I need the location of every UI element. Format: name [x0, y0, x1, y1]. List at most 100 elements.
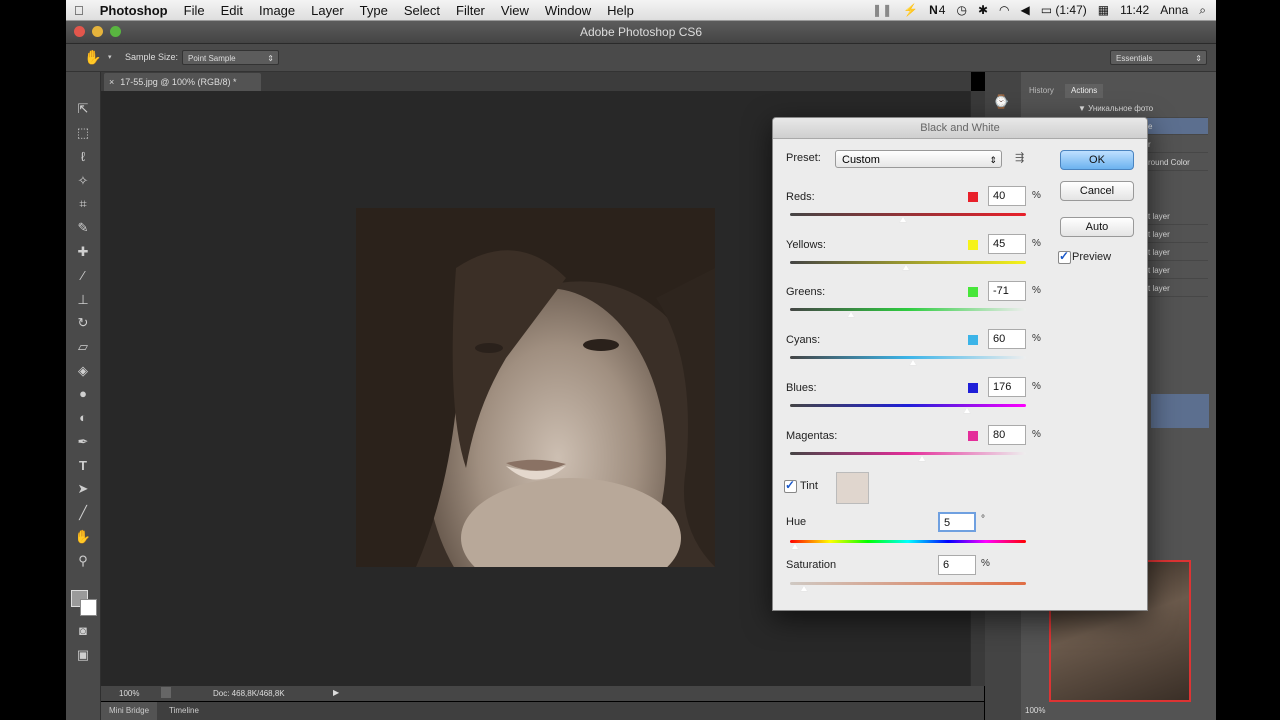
- zoom-tool-icon[interactable]: ⚲: [73, 552, 93, 570]
- eyedropper-tool-icon[interactable]: ✋: [84, 49, 101, 66]
- workspace-select[interactable]: Essentials ⇕: [1110, 50, 1207, 65]
- pen-tool-icon[interactable]: ✒: [73, 433, 93, 451]
- tab-actions[interactable]: Actions: [1065, 84, 1104, 98]
- yellows-slider-thumb[interactable]: [902, 264, 910, 271]
- notification-icon[interactable]: N 4: [929, 3, 945, 17]
- greens-slider-track[interactable]: [790, 308, 1026, 311]
- crop-tool-icon[interactable]: ⌗: [73, 195, 93, 213]
- layer-row-highlight[interactable]: [1151, 394, 1209, 428]
- stamp-tool-icon[interactable]: ⊥: [73, 291, 93, 309]
- tab-mini-bridge[interactable]: Mini Bridge: [101, 702, 158, 720]
- blues-slider-track[interactable]: [790, 404, 1026, 407]
- healing-tool-icon[interactable]: ✚: [73, 243, 93, 261]
- eraser-tool-icon[interactable]: ▱: [73, 338, 93, 356]
- ok-button[interactable]: OK: [1060, 150, 1134, 170]
- quick-mask-icon[interactable]: ◙: [73, 622, 93, 640]
- tint-color-swatch[interactable]: [836, 472, 869, 504]
- menu-filter[interactable]: Filter: [448, 3, 493, 18]
- clock[interactable]: 11:42: [1120, 3, 1149, 17]
- options-bar: ✋ ▾ Sample Size: Point Sample ⇕ Essential…: [66, 44, 1216, 72]
- apple-icon[interactable]: : [66, 3, 92, 18]
- cyans-input[interactable]: 60: [988, 329, 1026, 349]
- document-tab[interactable]: × 17-55.jpg @ 100% (RGB/8) *: [104, 73, 261, 91]
- app-menu[interactable]: Photoshop: [92, 3, 176, 18]
- magentas-slider-thumb[interactable]: [918, 455, 926, 462]
- lasso-tool-icon[interactable]: ℓ: [73, 148, 93, 166]
- time-machine-icon[interactable]: ◷: [956, 3, 966, 17]
- menu-type[interactable]: Type: [352, 3, 396, 18]
- action-set-row[interactable]: ▼ Уникальное фото: [1028, 100, 1208, 118]
- hand-tool-icon[interactable]: ✋: [73, 528, 93, 546]
- reds-slider-track[interactable]: [790, 213, 1026, 216]
- menu-file[interactable]: File: [176, 3, 213, 18]
- history-brush-tool-icon[interactable]: ↻: [73, 314, 93, 332]
- menu-view[interactable]: View: [493, 3, 537, 18]
- yellows-input[interactable]: 45: [988, 234, 1026, 254]
- pause-icon[interactable]: ❚❚: [872, 3, 892, 17]
- blues-swatch: [968, 383, 978, 393]
- line-tool-icon[interactable]: ╱: [73, 504, 93, 522]
- reds-unit: %: [1032, 190, 1041, 201]
- wifi-icon[interactable]: ◠: [999, 3, 1009, 17]
- move-tool-icon[interactable]: ⇱: [73, 100, 93, 118]
- battery-status[interactable]: ▭ (1:47): [1041, 3, 1087, 17]
- cancel-button[interactable]: Cancel: [1060, 181, 1134, 201]
- document-photo[interactable]: [356, 208, 715, 567]
- menu-help[interactable]: Help: [599, 3, 642, 18]
- greens-input[interactable]: -71: [988, 281, 1026, 301]
- brush-tool-icon[interactable]: ∕: [73, 267, 93, 285]
- cyans-slider-thumb[interactable]: [909, 359, 917, 366]
- menu-image[interactable]: Image: [251, 3, 303, 18]
- saturation-label: Saturation: [786, 559, 837, 571]
- blur-tool-icon[interactable]: ●: [73, 385, 93, 403]
- menu-select[interactable]: Select: [396, 3, 448, 18]
- preset-select[interactable]: Custom ⇕: [835, 150, 1002, 168]
- eyedropper-tool-icon[interactable]: ✎: [73, 219, 93, 237]
- type-tool-icon[interactable]: T: [73, 457, 93, 475]
- history-panel-icon[interactable]: ⌚: [993, 94, 1009, 110]
- saturation-slider-track[interactable]: [790, 582, 1026, 585]
- reds-slider-thumb[interactable]: [899, 216, 907, 223]
- blues-slider-thumb[interactable]: [963, 407, 971, 414]
- preview-checkbox[interactable]: [1058, 249, 1071, 264]
- background-color-swatch[interactable]: [80, 599, 97, 616]
- status-menu-arrow-icon[interactable]: ▶: [333, 688, 339, 697]
- reds-input[interactable]: 40: [988, 186, 1026, 206]
- status-info-icon[interactable]: [161, 687, 171, 698]
- tab-timeline[interactable]: Timeline: [163, 702, 205, 720]
- tab-history[interactable]: History: [1023, 84, 1060, 98]
- magentas-input[interactable]: 80: [988, 425, 1026, 445]
- spotlight-icon[interactable]: ⌕: [1199, 3, 1206, 18]
- menu-layer[interactable]: Layer: [303, 3, 352, 18]
- path-selection-tool-icon[interactable]: ➤: [73, 480, 93, 498]
- greens-slider-thumb[interactable]: [847, 311, 855, 318]
- status-zoom[interactable]: 100%: [119, 689, 139, 698]
- hue-slider-thumb[interactable]: [791, 543, 799, 550]
- hue-input[interactable]: 5: [938, 512, 976, 532]
- gradient-tool-icon[interactable]: ◈: [73, 362, 93, 380]
- marquee-tool-icon[interactable]: ⬚: [73, 124, 93, 142]
- hue-slider-track[interactable]: [790, 540, 1026, 543]
- user-name[interactable]: Anna: [1160, 3, 1188, 17]
- navigator-zoom[interactable]: 100%: [1025, 706, 1045, 715]
- menu-window[interactable]: Window: [537, 3, 599, 18]
- saturation-slider-thumb[interactable]: [800, 585, 808, 592]
- cyans-slider-track[interactable]: [790, 356, 1026, 359]
- menu-edit[interactable]: Edit: [213, 3, 251, 18]
- magic-wand-tool-icon[interactable]: ✧: [73, 172, 93, 190]
- volume-icon[interactable]: ◀: [1020, 3, 1029, 17]
- auto-button[interactable]: Auto: [1060, 217, 1134, 237]
- flag-icon[interactable]: ▦: [1098, 3, 1109, 17]
- tint-checkbox[interactable]: [784, 478, 797, 493]
- close-tab-icon[interactable]: ×: [109, 77, 114, 87]
- preset-options-icon[interactable]: ⇶: [1015, 151, 1024, 164]
- screen-mode-icon[interactable]: ▣: [73, 646, 93, 664]
- dodge-tool-icon[interactable]: ◐: [73, 409, 93, 427]
- magentas-slider-track[interactable]: [790, 452, 1026, 455]
- saturation-input[interactable]: 6: [938, 555, 976, 575]
- bluetooth-icon[interactable]: ✱: [978, 3, 988, 17]
- flash-icon[interactable]: ⚡: [903, 3, 918, 17]
- tool-preset-dropdown-icon[interactable]: ▾: [108, 53, 112, 61]
- sample-size-select[interactable]: Point Sample ⇕: [182, 50, 279, 65]
- blues-input[interactable]: 176: [988, 377, 1026, 397]
